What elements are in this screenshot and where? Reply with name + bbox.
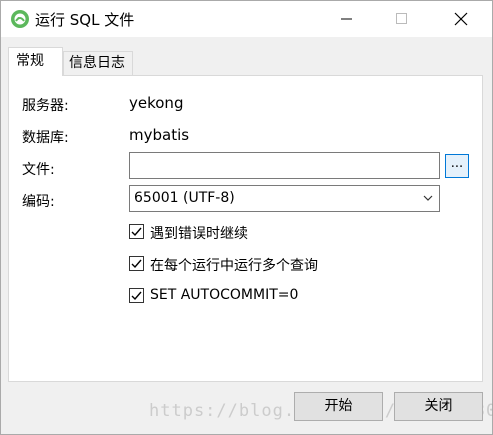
- tab-general[interactable]: 常规: [8, 47, 63, 76]
- close-window-button[interactable]: [438, 1, 484, 37]
- chevron-down-icon: [423, 195, 433, 201]
- server-value: yekong: [129, 94, 184, 112]
- app-icon: [10, 9, 30, 29]
- start-button[interactable]: 开始: [294, 392, 383, 421]
- database-label: 数据库:: [22, 130, 69, 146]
- database-value: mybatis: [129, 126, 190, 144]
- file-path-input[interactable]: [129, 152, 440, 179]
- multiple-queries-label: 在每个运行中运行多个查询: [150, 258, 318, 274]
- server-label: 服务器:: [22, 98, 69, 114]
- checkmark-icon: [131, 291, 142, 301]
- encoding-value: 65001 (UTF-8): [134, 190, 235, 206]
- tab-message-log[interactable]: 信息日志: [63, 51, 133, 76]
- minimize-button[interactable]: [324, 1, 370, 37]
- file-label: 文件:: [22, 162, 55, 178]
- checkmark-icon: [131, 227, 142, 237]
- title-bar[interactable]: 运行 SQL 文件: [1, 1, 492, 37]
- maximize-icon: [396, 13, 407, 24]
- autocommit-label: SET AUTOCOMMIT=0: [150, 287, 299, 303]
- multiple-queries-checkbox[interactable]: [129, 256, 144, 271]
- minimize-icon: [341, 18, 352, 20]
- general-panel: 服务器: yekong 数据库: mybatis 文件: ... 编码: 650…: [8, 75, 483, 382]
- encoding-label: 编码:: [22, 194, 55, 210]
- checkmark-icon: [131, 259, 142, 269]
- run-sql-file-dialog: 运行 SQL 文件 常规 信息日志 服务器: yekong 数据库: mybat…: [0, 0, 493, 435]
- maximize-button[interactable]: [379, 1, 425, 37]
- autocommit-checkbox[interactable]: [129, 288, 144, 303]
- browse-file-button[interactable]: ...: [445, 154, 469, 178]
- close-button[interactable]: 关闭: [394, 392, 483, 421]
- continue-on-error-checkbox[interactable]: [129, 224, 144, 239]
- close-icon: [454, 12, 468, 26]
- window-title: 运行 SQL 文件: [35, 11, 135, 29]
- continue-on-error-label: 遇到错误时继续: [150, 226, 248, 242]
- encoding-select[interactable]: 65001 (UTF-8): [129, 185, 440, 212]
